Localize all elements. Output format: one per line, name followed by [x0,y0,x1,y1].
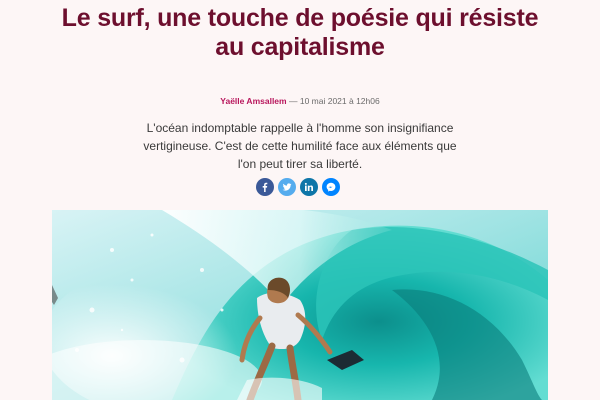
share-linkedin-button[interactable] [300,178,318,196]
surfer-wave-photo [52,210,548,400]
share-messenger-button[interactable] [322,178,340,196]
author-link[interactable]: Yaëlle Amsallem [220,96,286,106]
linkedin-icon [304,182,313,191]
share-twitter-button[interactable] [278,178,296,196]
article-page: Le surf, une touche de poésie qui résist… [0,0,600,400]
article-title: Le surf, une touche de poésie qui résist… [61,4,539,61]
byline-separator: — [288,96,298,106]
share-facebook-button[interactable] [256,178,274,196]
article-lede: L'océan indomptable rappelle à l'homme s… [143,121,457,171]
article-byline: Yaëlle Amsallem — 10 mai 2021 à 12h06 [100,95,500,107]
share-buttons [256,178,346,196]
hero-image [52,210,548,400]
messenger-icon [326,182,336,192]
article-date: 10 mai 2021 à 12h06 [299,96,380,106]
facebook-icon [262,182,268,192]
twitter-icon [282,183,292,191]
